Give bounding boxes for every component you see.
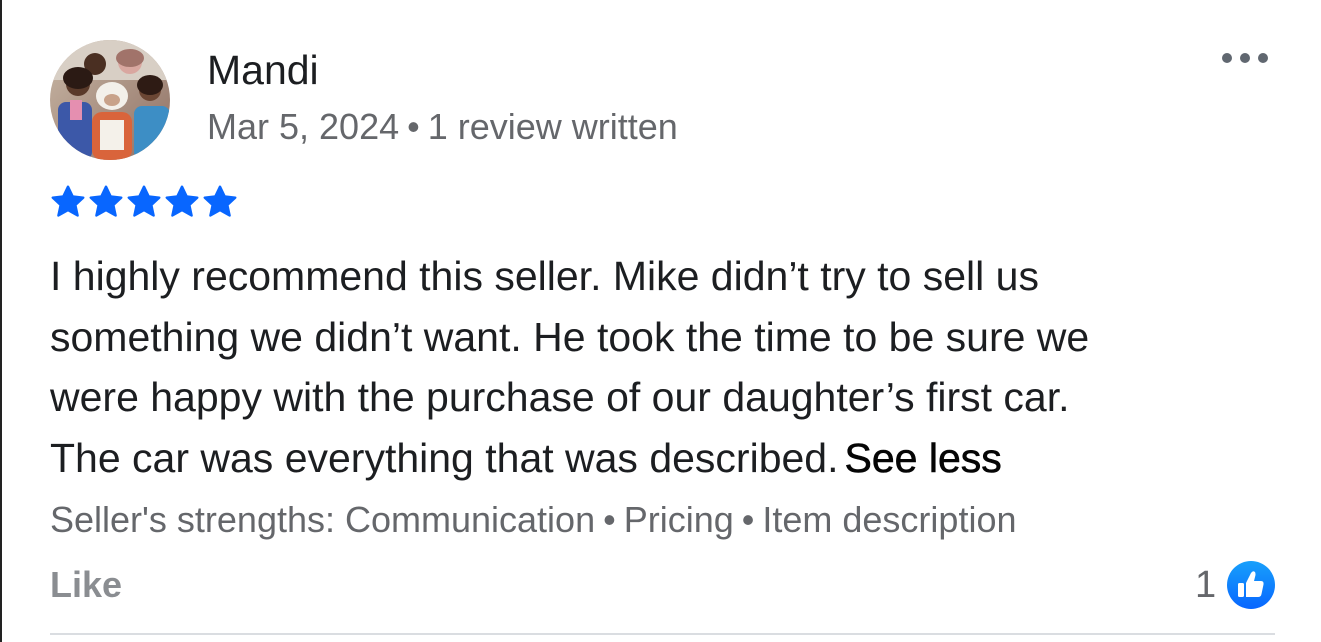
like-count[interactable]: 1 — [1195, 562, 1216, 608]
strength-separator: • — [741, 499, 755, 540]
star-icon — [51, 185, 85, 217]
review-count[interactable]: 1 review written — [428, 106, 678, 147]
divider — [50, 633, 1275, 635]
strength-item: Pricing — [623, 499, 734, 540]
star-icon — [127, 185, 161, 217]
strength-item: Communication — [345, 499, 596, 540]
star-icon — [165, 185, 199, 217]
strengths-prefix: Seller's strengths: — [50, 499, 345, 540]
seller-strengths: Seller's strengths: Communication • Pricin… — [50, 497, 1016, 543]
avatar[interactable] — [50, 40, 170, 160]
star-rating — [50, 183, 238, 223]
thumbs-up-icon[interactable] — [1226, 560, 1276, 610]
left-border — [0, 0, 2, 642]
like-button[interactable]: Like — [50, 562, 122, 608]
review-text-line: The car was everything that was describe… — [50, 434, 839, 481]
review-text-line-last: The car was everything that was describe… — [50, 428, 1290, 489]
more-options-button[interactable] — [1215, 46, 1275, 70]
strength-item: Item description — [762, 499, 1017, 540]
author-name[interactable]: Mandi — [207, 46, 319, 94]
meta-separator: • — [407, 106, 420, 147]
more-horizontal-icon — [1222, 53, 1268, 63]
review-date: Mar 5, 2024 — [207, 106, 400, 147]
avatar-photo — [50, 40, 170, 160]
star-icon — [89, 185, 123, 217]
see-less-link[interactable]: See less — [844, 434, 1002, 481]
review-text-line: were happy with the purchase of our daug… — [50, 374, 1070, 420]
strength-separator: • — [603, 499, 616, 540]
review-text: I highly recommend this seller. Mike did… — [50, 246, 1290, 488]
review-text-line: I highly recommend this seller. Mike did… — [50, 253, 1039, 299]
star-icon — [203, 185, 237, 217]
review-text-line: something we didn’t want. He took the ti… — [50, 313, 1090, 360]
review-meta: Mar 5, 2024 • 1 review written — [207, 106, 678, 148]
